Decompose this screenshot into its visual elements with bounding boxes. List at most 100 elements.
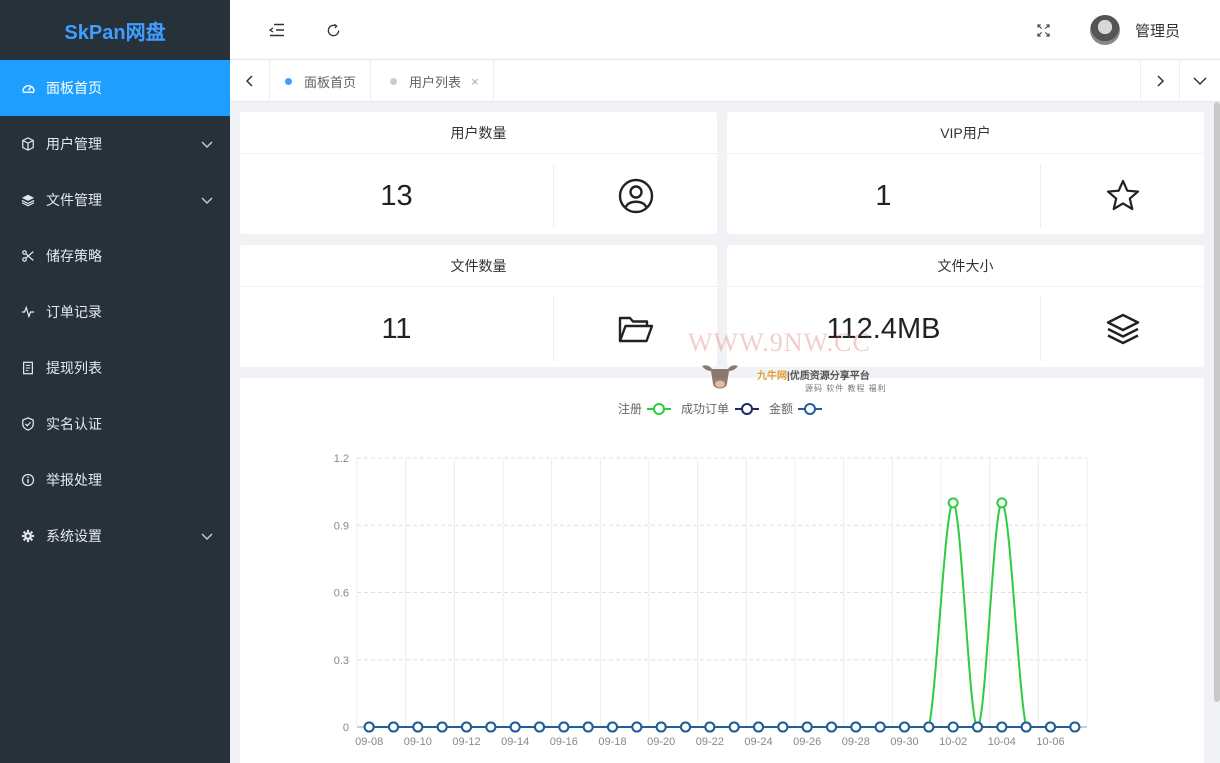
watermark-url: WWW.9NW.CC <box>688 328 871 357</box>
data-point <box>972 721 983 733</box>
data-point <box>631 721 643 733</box>
data-point <box>461 721 472 733</box>
sidebar-item-order-records[interactable]: 订单记录 <box>0 284 230 340</box>
data-point <box>485 721 497 733</box>
data-point <box>509 721 521 733</box>
x-tick-label: 09-14 <box>501 736 529 748</box>
sidebar-item-label: 举报处理 <box>46 472 102 488</box>
tabs-scroll-left-button[interactable] <box>230 60 270 102</box>
top-header: 管理员 <box>230 0 1220 60</box>
tab-label: 面板首页 <box>304 74 357 90</box>
vertical-scrollbar[interactable] <box>1214 102 1220 702</box>
chevron-right-icon <box>1157 75 1165 87</box>
sidebar-item-storage-policy[interactable]: 储存策略 <box>0 228 230 284</box>
chevron-down-icon <box>201 197 213 204</box>
data-point <box>655 721 667 733</box>
data-point <box>753 721 764 733</box>
gear-icon <box>20 528 36 544</box>
data-point <box>1069 721 1081 733</box>
app-logo-title: SkPan网盘 <box>64 21 166 44</box>
stat-card-files: 文件数量 11 <box>240 245 717 367</box>
x-tick-label: 09-30 <box>890 736 918 748</box>
folder-open-icon <box>618 316 653 343</box>
data-point <box>801 721 813 733</box>
x-tick-label: 09-12 <box>452 736 480 748</box>
sidebar-item-dashboard[interactable]: 面板首页 <box>0 60 230 116</box>
stat-card-vip-users: VIP用户 1 <box>727 112 1204 234</box>
inactive-dot-icon <box>390 77 397 85</box>
close-icon[interactable]: × <box>471 74 479 89</box>
stat-title: 文件数量 <box>240 245 717 287</box>
sidebar-item-label: 提现列表 <box>46 360 102 376</box>
data-point <box>996 721 1008 733</box>
sidebar-item-real-name-auth[interactable]: 实名认证 <box>0 396 230 452</box>
x-tick-label: 09-22 <box>696 736 724 748</box>
y-tick-label: 0.3 <box>334 655 349 667</box>
layers-icon <box>1106 313 1139 345</box>
fullscreen-icon <box>1036 23 1050 37</box>
line-chart: 0 0.3 0.6 0.9 1.2 09-08 09-10 09-12 09-14 09-16 09… <box>334 401 1088 748</box>
sidebar-item-user-management[interactable]: 用户管理 <box>0 116 230 172</box>
chevron-left-icon <box>245 75 253 87</box>
active-dot-icon <box>285 77 292 85</box>
data-point <box>558 721 570 733</box>
sidebar: SkPan网盘 面板首页 用户管理 文件管理 储存策略 订单记录 提现列表 实名… <box>0 0 230 763</box>
data-point <box>923 721 935 733</box>
stat-value: 13 <box>380 180 413 212</box>
cow-logo-icon <box>702 365 738 389</box>
y-tick-label: 0.9 <box>334 520 349 532</box>
sidebar-item-label: 面板首页 <box>46 80 102 96</box>
data-point <box>534 721 545 733</box>
sidebar-item-label: 系统设置 <box>46 528 102 544</box>
tabs-bar: 面板首页 用户列表 × <box>230 60 1220 102</box>
sidebar-item-file-management[interactable]: 文件管理 <box>0 172 230 228</box>
tabs-more-button[interactable] <box>1180 60 1220 102</box>
user-name-menu[interactable]: 管理员 <box>1135 20 1180 41</box>
avatar[interactable] <box>1090 15 1120 45</box>
statistics-chart-card: 0 0.3 0.6 0.9 1.2 09-08 09-10 09-12 09-14 09-16 09… <box>240 378 1204 763</box>
tab-user-list[interactable]: 用户列表 × <box>376 60 494 102</box>
legend-swatch-marker <box>804 403 816 415</box>
legend-label: 成功订单 <box>681 402 729 416</box>
data-point <box>826 721 837 733</box>
x-tick-label: 09-10 <box>404 736 432 748</box>
dashboard-icon <box>20 80 36 96</box>
stat-title: 用户数量 <box>240 112 717 154</box>
legend-label: 注册 <box>618 401 642 416</box>
tab-dashboard[interactable]: 面板首页 <box>271 60 372 102</box>
legend-swatch-marker <box>653 403 665 415</box>
data-point <box>996 497 1008 509</box>
x-tick-label: 09-08 <box>355 736 383 748</box>
sidebar-item-system-settings[interactable]: 系统设置 <box>0 508 230 564</box>
data-point <box>777 721 789 733</box>
fullscreen-button[interactable] <box>1031 18 1055 42</box>
watermark-brand-name: 九牛网 <box>757 371 787 382</box>
watermark-brand-slogan: |优质资源分享平台 <box>787 371 870 382</box>
collapse-menu-button[interactable] <box>265 18 289 42</box>
stat-title: 文件大小 <box>727 245 1204 287</box>
sidebar-item-withdraw-list[interactable]: 提现列表 <box>0 340 230 396</box>
x-tick-label: 10-06 <box>1036 736 1064 748</box>
sidebar-item-label: 实名认证 <box>46 416 102 432</box>
data-point <box>412 721 424 733</box>
x-tick-label: 09-20 <box>647 736 675 748</box>
y-tick-label: 0 <box>343 722 349 734</box>
data-point <box>728 721 740 733</box>
x-tick-label: 09-28 <box>842 736 870 748</box>
layers-icon <box>20 192 36 208</box>
refresh-button[interactable] <box>321 18 345 42</box>
tabs-scroll-right-button[interactable] <box>1140 60 1180 102</box>
chevron-down-icon <box>201 141 213 148</box>
data-point <box>899 721 910 733</box>
box-icon <box>20 136 36 152</box>
sidebar-item-report-handling[interactable]: 举报处理 <box>0 452 230 508</box>
indent-icon <box>269 23 284 37</box>
tab-label: 用户列表 <box>409 74 462 90</box>
shield-check-icon <box>20 416 36 432</box>
data-point <box>874 721 886 733</box>
sidebar-item-label: 订单记录 <box>46 304 102 320</box>
data-point <box>1045 721 1056 733</box>
star-icon <box>1106 179 1139 211</box>
watermark-tags: 源码 软件 教程 福利 <box>805 384 887 393</box>
refresh-icon <box>327 23 339 36</box>
